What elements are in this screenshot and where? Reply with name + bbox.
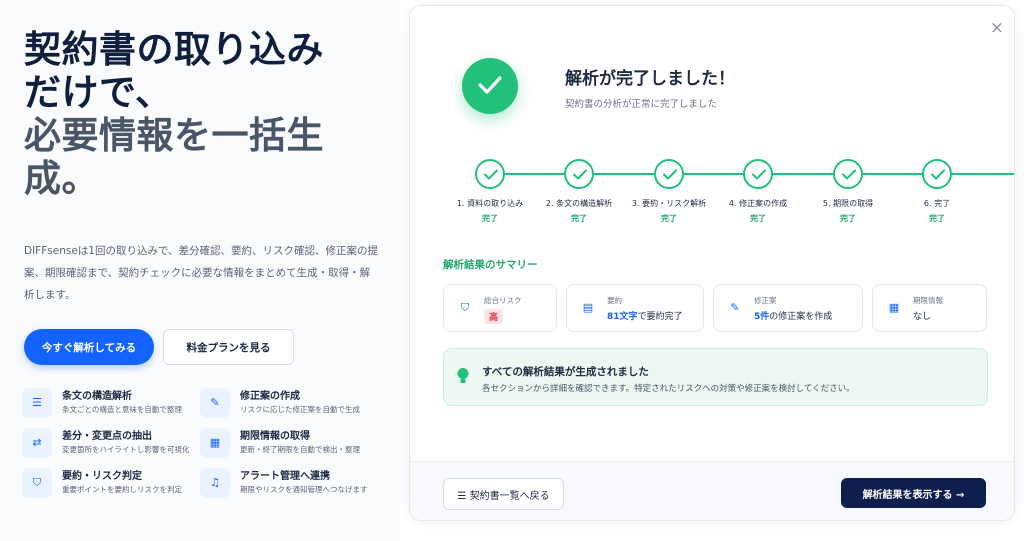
feature-item: ▦ 期限情報の取得 更新・終了期限を自動で検出・整理 xyxy=(200,426,375,462)
step-label: 3. 要約・リスク解析 xyxy=(631,199,707,208)
step-status: 完了 xyxy=(482,214,498,223)
step-status: 完了 xyxy=(929,214,945,223)
pricing-button[interactable]: 料金プランを見る xyxy=(163,329,294,365)
feature-desc: 期限やリスクを通知管理へつなげます xyxy=(240,485,368,494)
arrow-right-icon: → xyxy=(956,489,965,501)
revision-card: ✎ 修正案 5件の修正案を作成 xyxy=(713,284,863,332)
calendar-icon: ▦ xyxy=(888,301,900,314)
summary-cards: ⛉ 総合リスク 高 ▤ 要約 81文字で要約完了 ✎ 修正案 5件の修正案を作成… xyxy=(443,284,988,332)
shield-icon: ⛉ xyxy=(22,468,52,498)
step-label: 1. 資料の取り込み xyxy=(456,199,524,208)
risk-card: ⛉ 総合リスク 高 xyxy=(443,284,557,332)
hero-title-line1: 契約書の取り込み xyxy=(24,28,324,71)
modal-footer: ☰ 契約書一覧へ戻る 解析結果を表示する → xyxy=(410,461,1014,520)
step-check-icon xyxy=(654,159,684,189)
feature-desc: リスクに応じた修正案を自動で生成 xyxy=(240,405,360,414)
summary-card: ▤ 要約 81文字で要約完了 xyxy=(566,284,704,332)
step-check-icon xyxy=(475,159,505,189)
feature-desc: 重要ポイントを要約しリスクを判定 xyxy=(62,485,182,494)
list-icon: ☰ xyxy=(22,388,52,418)
step-status: 完了 xyxy=(661,214,677,223)
shield-icon: ⛉ xyxy=(460,301,470,314)
completion-notice: すべての解析結果が生成されました 各セクションから詳細を確認できます。特定された… xyxy=(443,348,988,406)
hero-title-line2: だけで、 xyxy=(24,71,173,114)
feature-desc: 条文ごとの構造と意味を自動で整理 xyxy=(62,405,182,414)
feature-item: ⛉ 要約・リスク判定 重要ポイントを要約しリスクを判定 xyxy=(22,466,197,502)
step-label: 6. 完了 xyxy=(923,199,951,208)
summary-value: 81文字で要約完了 xyxy=(607,309,683,322)
document-icon: ▤ xyxy=(582,301,594,314)
notice-title: すべての解析結果が生成されました xyxy=(482,366,649,378)
diff-icon: ⇄ xyxy=(22,428,52,458)
step-check-icon xyxy=(564,159,594,189)
step-status: 完了 xyxy=(571,214,587,223)
revision-count: 5件 xyxy=(754,312,770,322)
analysis-complete-modal: × 解析が完了しました！ 契約書の分析が正常に完了しました 1. 資料の取り込み… xyxy=(409,5,1015,521)
step-item: 2. 条文の構造解析 完了 xyxy=(529,159,629,224)
step-item: 1. 資料の取り込み 完了 xyxy=(440,159,540,224)
back-button-label: 契約書一覧へ戻る xyxy=(469,490,550,502)
step-check-icon xyxy=(743,159,773,189)
feature-desc: 更新・終了期限を自動で検出・整理 xyxy=(240,445,360,454)
step-item: 3. 要約・リスク解析 完了 xyxy=(619,159,719,224)
progress-steps: 1. 資料の取り込み 完了 2. 条文の構造解析 完了 3. 要約・リスク解析 … xyxy=(410,159,1014,234)
step-item: 6. 完了 完了 xyxy=(887,159,987,224)
modal-subtitle: 契約書の分析が正常に完了しました xyxy=(565,99,718,110)
deadline-label: 期限情報 xyxy=(913,296,943,305)
list-icon: ☰ xyxy=(457,490,470,502)
summary-count: 81文字 xyxy=(607,312,638,322)
revision-label: 修正案 xyxy=(754,296,777,305)
feature-title: 条文の構造解析 xyxy=(62,391,132,402)
lightbulb-icon xyxy=(456,367,472,383)
modal-title: 解析が完了しました！ xyxy=(565,69,735,89)
hero-section: 契約書の取り込み だけで、 必要情報を一括生 成。 DIFFsenseは1回の取… xyxy=(0,0,400,541)
bell-icon: ♫ xyxy=(200,468,230,498)
risk-value: 高 xyxy=(484,309,504,324)
hero-title-line3: 必要情報を一括生 xyxy=(24,114,324,157)
risk-badge: 高 xyxy=(484,309,504,324)
deadline-card: ▦ 期限情報 なし xyxy=(872,284,987,332)
step-label: 2. 条文の構造解析 xyxy=(545,199,613,208)
hero-title: 契約書の取り込み だけで、 必要情報を一括生 成。 xyxy=(24,28,384,200)
step-check-icon xyxy=(922,159,952,189)
feature-title: 期限情報の取得 xyxy=(240,431,310,442)
summary-label: 要約 xyxy=(607,296,622,305)
risk-label: 総合リスク xyxy=(484,296,522,305)
close-icon[interactable]: × xyxy=(990,18,1004,38)
feature-item: ♫ アラート管理へ連携 期限やリスクを通知管理へつなげます xyxy=(200,466,375,502)
show-button-label: 解析結果を表示する xyxy=(862,489,953,501)
show-results-button[interactable]: 解析結果を表示する → xyxy=(841,478,986,508)
feature-desc: 変更箇所をハイライトし影響を可視化 xyxy=(62,445,190,454)
step-label: 4. 修正案の作成 xyxy=(728,199,788,208)
feature-item: ⇄ 差分・変更点の抽出 変更箇所をハイライトし影響を可視化 xyxy=(22,426,197,462)
step-status: 完了 xyxy=(840,214,856,223)
step-item: 4. 修正案の作成 完了 xyxy=(708,159,808,224)
feature-item: ☰ 条文の構造解析 条文ごとの構造と意味を自動で整理 xyxy=(22,386,197,422)
feature-title: アラート管理へ連携 xyxy=(240,471,330,482)
feature-title: 修正案の作成 xyxy=(240,391,300,402)
deadline-value: なし xyxy=(913,312,932,322)
back-to-list-button[interactable]: ☰ 契約書一覧へ戻る xyxy=(443,478,564,510)
step-status: 完了 xyxy=(750,214,766,223)
try-analysis-button[interactable]: 今すぐ解析してみる xyxy=(24,329,154,365)
notice-description: 各セクションから詳細を確認できます。特定されたリスクへの対策や修正案を検討してく… xyxy=(482,384,855,394)
step-label: 5. 期限の取得 xyxy=(822,199,874,208)
step-item: 5. 期限の取得 完了 xyxy=(798,159,898,224)
summary-text: で要約完了 xyxy=(637,312,683,322)
summary-heading: 解析結果のサマリー xyxy=(443,259,538,271)
calendar-icon: ▦ xyxy=(200,428,230,458)
revision-value: 5件の修正案を作成 xyxy=(754,309,832,322)
success-check-icon xyxy=(462,58,518,114)
hero-title-line4: 成。 xyxy=(24,157,99,200)
revision-text: の修正案を作成 xyxy=(769,312,833,322)
feature-title: 要約・リスク判定 xyxy=(62,471,142,482)
edit-icon: ✎ xyxy=(730,301,740,314)
feature-title: 差分・変更点の抽出 xyxy=(62,431,152,442)
hero-description: DIFFsenseは1回の取り込みで、差分確認、要約、リスク確認、修正案の提案、… xyxy=(24,245,379,301)
feature-item: ✎ 修正案の作成 リスクに応じた修正案を自動で生成 xyxy=(200,386,375,422)
edit-icon: ✎ xyxy=(200,388,230,418)
step-check-icon xyxy=(833,159,863,189)
